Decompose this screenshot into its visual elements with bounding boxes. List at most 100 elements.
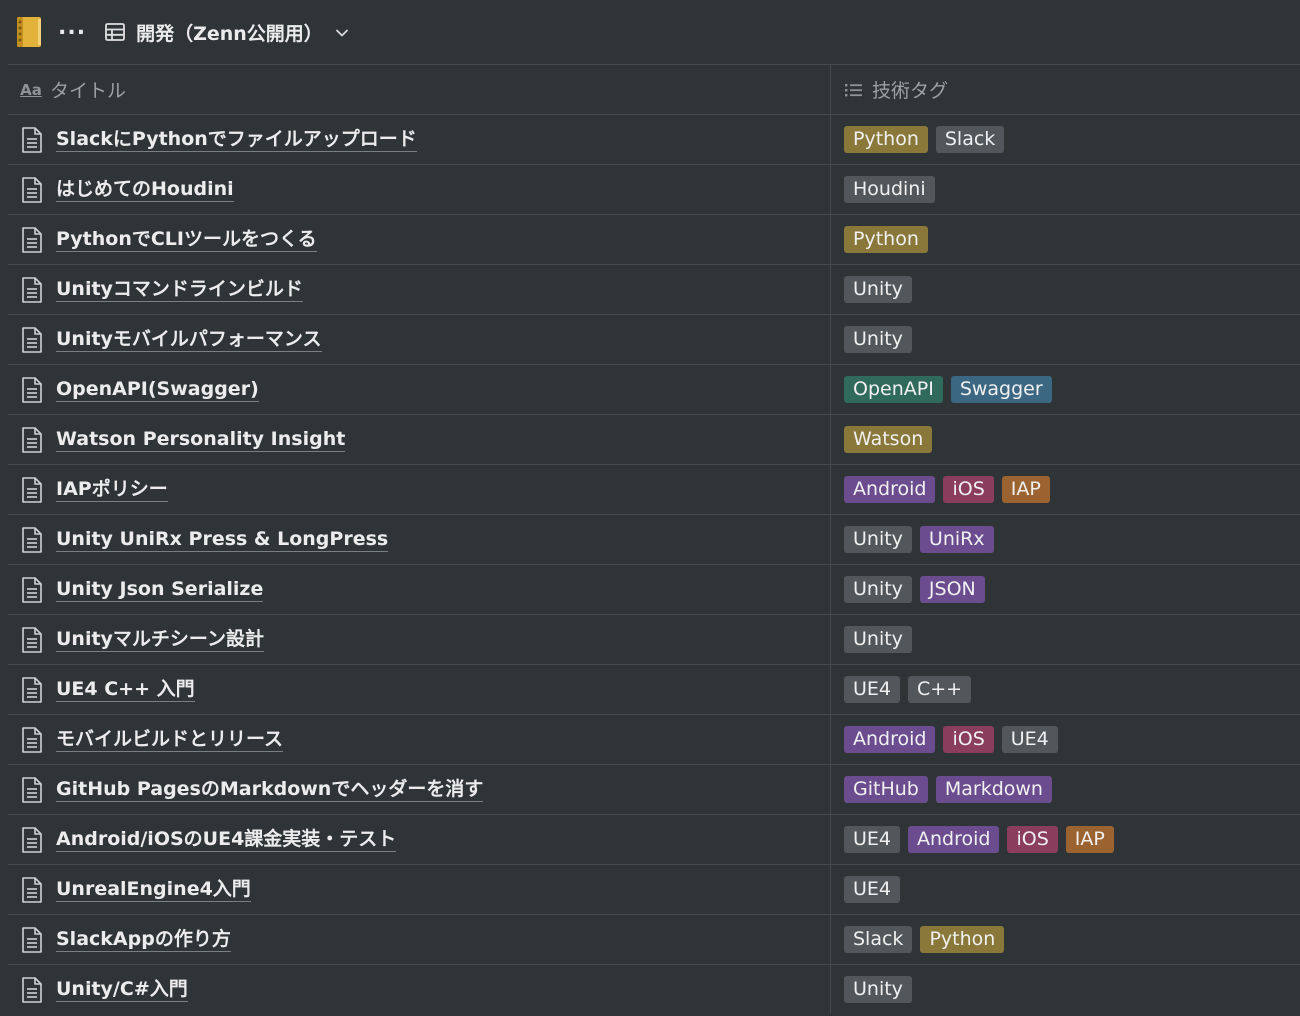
breadcrumb-more-button[interactable]: ...	[58, 17, 86, 39]
page-link-title[interactable]: はじめてのHoudini	[56, 177, 234, 202]
row-tags-cell[interactable]: Watson	[831, 415, 1300, 464]
tag-chip[interactable]: GitHub	[844, 776, 928, 803]
page-link-title[interactable]: UnrealEngine4入門	[56, 877, 251, 902]
row-tags-cell[interactable]: Unity	[831, 315, 1300, 364]
row-tags-cell[interactable]: UE4 Android iOS IAP	[831, 815, 1300, 864]
row-tags-cell[interactable]: Unity	[831, 965, 1300, 1014]
row-title-cell[interactable]: PythonでCLIツールをつくる	[8, 215, 831, 264]
row-title-cell[interactable]: モバイルビルドとリリース	[8, 715, 831, 764]
table-row[interactable]: OpenAPI(Swagger) OpenAPI Swagger	[8, 364, 1300, 414]
tag-chip[interactable]: UniRx	[919, 526, 994, 553]
tag-chip[interactable]: OpenAPI	[844, 376, 943, 403]
table-row[interactable]: Unity Json Serialize Unity JSON	[8, 564, 1300, 614]
table-row[interactable]: GitHub PagesのMarkdownでヘッダーを消す GitHub Markd…	[8, 764, 1300, 814]
page-link-title[interactable]: Unityマルチシーン設計	[56, 627, 264, 652]
page-link-title[interactable]: モバイルビルドとリリース	[56, 727, 284, 752]
page-link-title[interactable]: Unity Json Serialize	[56, 577, 264, 602]
table-row[interactable]: Android/iOSのUE4課金実装・テスト UE4 Android iOS IAP	[8, 814, 1300, 864]
row-tags-cell[interactable]: Unity JSON	[831, 565, 1300, 614]
row-tags-cell[interactable]: UE4 C++	[831, 665, 1300, 714]
tag-chip[interactable]: iOS	[943, 476, 994, 503]
table-row[interactable]: Watson Personality Insight Watson	[8, 414, 1300, 464]
row-tags-cell[interactable]: Unity UniRx	[831, 515, 1300, 564]
column-header-title[interactable]: Aa タイトル	[8, 65, 831, 114]
tag-chip[interactable]: UE4	[844, 676, 900, 703]
row-title-cell[interactable]: Unityコマンドラインビルド	[8, 265, 831, 314]
table-row[interactable]: UE4 C++ 入門 UE4 C++	[8, 664, 1300, 714]
row-tags-cell[interactable]: Android iOS UE4	[831, 715, 1300, 764]
row-tags-cell[interactable]: Android iOS IAP	[831, 465, 1300, 514]
row-title-cell[interactable]: GitHub PagesのMarkdownでヘッダーを消す	[8, 765, 831, 814]
row-tags-cell[interactable]: GitHub Markdown	[831, 765, 1300, 814]
row-title-cell[interactable]: OpenAPI(Swagger)	[8, 365, 831, 414]
row-tags-cell[interactable]: Python	[831, 215, 1300, 264]
tag-chip[interactable]: Markdown	[935, 776, 1052, 803]
tag-chip[interactable]: Android	[908, 826, 1000, 853]
tag-chip[interactable]: Python	[920, 926, 1005, 953]
page-link-title[interactable]: Android/iOSのUE4課金実装・テスト	[56, 827, 397, 852]
tag-chip[interactable]: UE4	[1001, 726, 1058, 753]
page-link-title[interactable]: Unity UniRx Press & LongPress	[56, 527, 389, 552]
tag-chip[interactable]: Unity	[844, 526, 912, 553]
tag-chip[interactable]: IAP	[1065, 826, 1114, 853]
table-row[interactable]: UnrealEngine4入門 UE4	[8, 864, 1300, 914]
table-row[interactable]: SlackにPythonでファイルアップロード Python Slack	[8, 114, 1300, 164]
row-title-cell[interactable]: はじめてのHoudini	[8, 165, 831, 214]
page-link-title[interactable]: Unityコマンドラインビルド	[56, 277, 303, 302]
tag-chip[interactable]: Unity	[844, 626, 912, 653]
tag-chip[interactable]: Houdini	[844, 176, 935, 203]
tag-chip[interactable]: C++	[908, 676, 972, 703]
page-link-title[interactable]: SlackAppの作り方	[56, 927, 231, 952]
tag-chip[interactable]: Android	[844, 476, 936, 503]
row-title-cell[interactable]: Watson Personality Insight	[8, 415, 831, 464]
table-row[interactable]: モバイルビルドとリリース Android iOS UE4	[8, 714, 1300, 764]
tag-chip[interactable]: Python	[844, 126, 928, 153]
row-tags-cell[interactable]: OpenAPI Swagger	[831, 365, 1300, 414]
tag-chip[interactable]: IAP	[1001, 476, 1050, 503]
tag-chip[interactable]: UE4	[844, 826, 900, 853]
row-tags-cell[interactable]: Houdini	[831, 165, 1300, 214]
table-row[interactable]: IAPポリシー Android iOS IAP	[8, 464, 1300, 514]
row-title-cell[interactable]: Unity/C#入門	[8, 965, 831, 1014]
table-row[interactable]: SlackAppの作り方 Slack Python	[8, 914, 1300, 964]
row-tags-cell[interactable]: Unity	[831, 615, 1300, 664]
column-header-tags[interactable]: 技術タグ	[831, 65, 1300, 114]
table-row[interactable]: Unityマルチシーン設計 Unity	[8, 614, 1300, 664]
table-row[interactable]: はじめてのHoudini Houdini	[8, 164, 1300, 214]
row-tags-cell[interactable]: Python Slack	[831, 115, 1300, 164]
page-link-title[interactable]: SlackにPythonでファイルアップロード	[56, 127, 417, 152]
page-link-title[interactable]: IAPポリシー	[56, 477, 168, 502]
tag-chip[interactable]: iOS	[943, 726, 994, 753]
table-row[interactable]: Unity UniRx Press & LongPress Unity UniRx	[8, 514, 1300, 564]
row-title-cell[interactable]: Unity Json Serialize	[8, 565, 831, 614]
page-link-title[interactable]: GitHub PagesのMarkdownでヘッダーを消す	[56, 777, 484, 802]
row-title-cell[interactable]: Unity UniRx Press & LongPress	[8, 515, 831, 564]
row-title-cell[interactable]: SlackAppの作り方	[8, 915, 831, 964]
row-title-cell[interactable]: IAPポリシー	[8, 465, 831, 514]
page-link-title[interactable]: Unity/C#入門	[56, 977, 188, 1002]
tag-chip[interactable]: Slack	[844, 926, 913, 953]
tag-chip[interactable]: Python	[844, 226, 928, 253]
page-link-title[interactable]: OpenAPI(Swagger)	[56, 377, 259, 402]
page-link-title[interactable]: PythonでCLIツールをつくる	[56, 227, 317, 252]
row-tags-cell[interactable]: UE4	[831, 865, 1300, 914]
row-title-cell[interactable]: Android/iOSのUE4課金実装・テスト	[8, 815, 831, 864]
database-title[interactable]: 開発（Zenn公開用）	[136, 19, 323, 46]
table-row[interactable]: Unityモバイルパフォーマンス Unity	[8, 314, 1300, 364]
table-row[interactable]: PythonでCLIツールをつくる Python	[8, 214, 1300, 264]
chevron-down-icon[interactable]	[335, 25, 349, 39]
notebook-icon[interactable]	[14, 16, 44, 48]
tag-chip[interactable]: Watson	[844, 426, 933, 453]
row-tags-cell[interactable]: Unity	[831, 265, 1300, 314]
tag-chip[interactable]: Slack	[935, 126, 1005, 153]
table-row[interactable]: Unityコマンドラインビルド Unity	[8, 264, 1300, 314]
row-title-cell[interactable]: SlackにPythonでファイルアップロード	[8, 115, 831, 164]
page-link-title[interactable]: Watson Personality Insight	[56, 427, 346, 452]
tag-chip[interactable]: Android	[844, 726, 936, 753]
tag-chip[interactable]: iOS	[1007, 826, 1058, 853]
tag-chip[interactable]: UE4	[844, 876, 900, 903]
table-row[interactable]: Unity/C#入門 Unity	[8, 964, 1300, 1014]
tag-chip[interactable]: Unity	[844, 276, 912, 303]
tag-chip[interactable]: Unity	[844, 326, 912, 353]
row-title-cell[interactable]: Unityモバイルパフォーマンス	[8, 315, 831, 364]
